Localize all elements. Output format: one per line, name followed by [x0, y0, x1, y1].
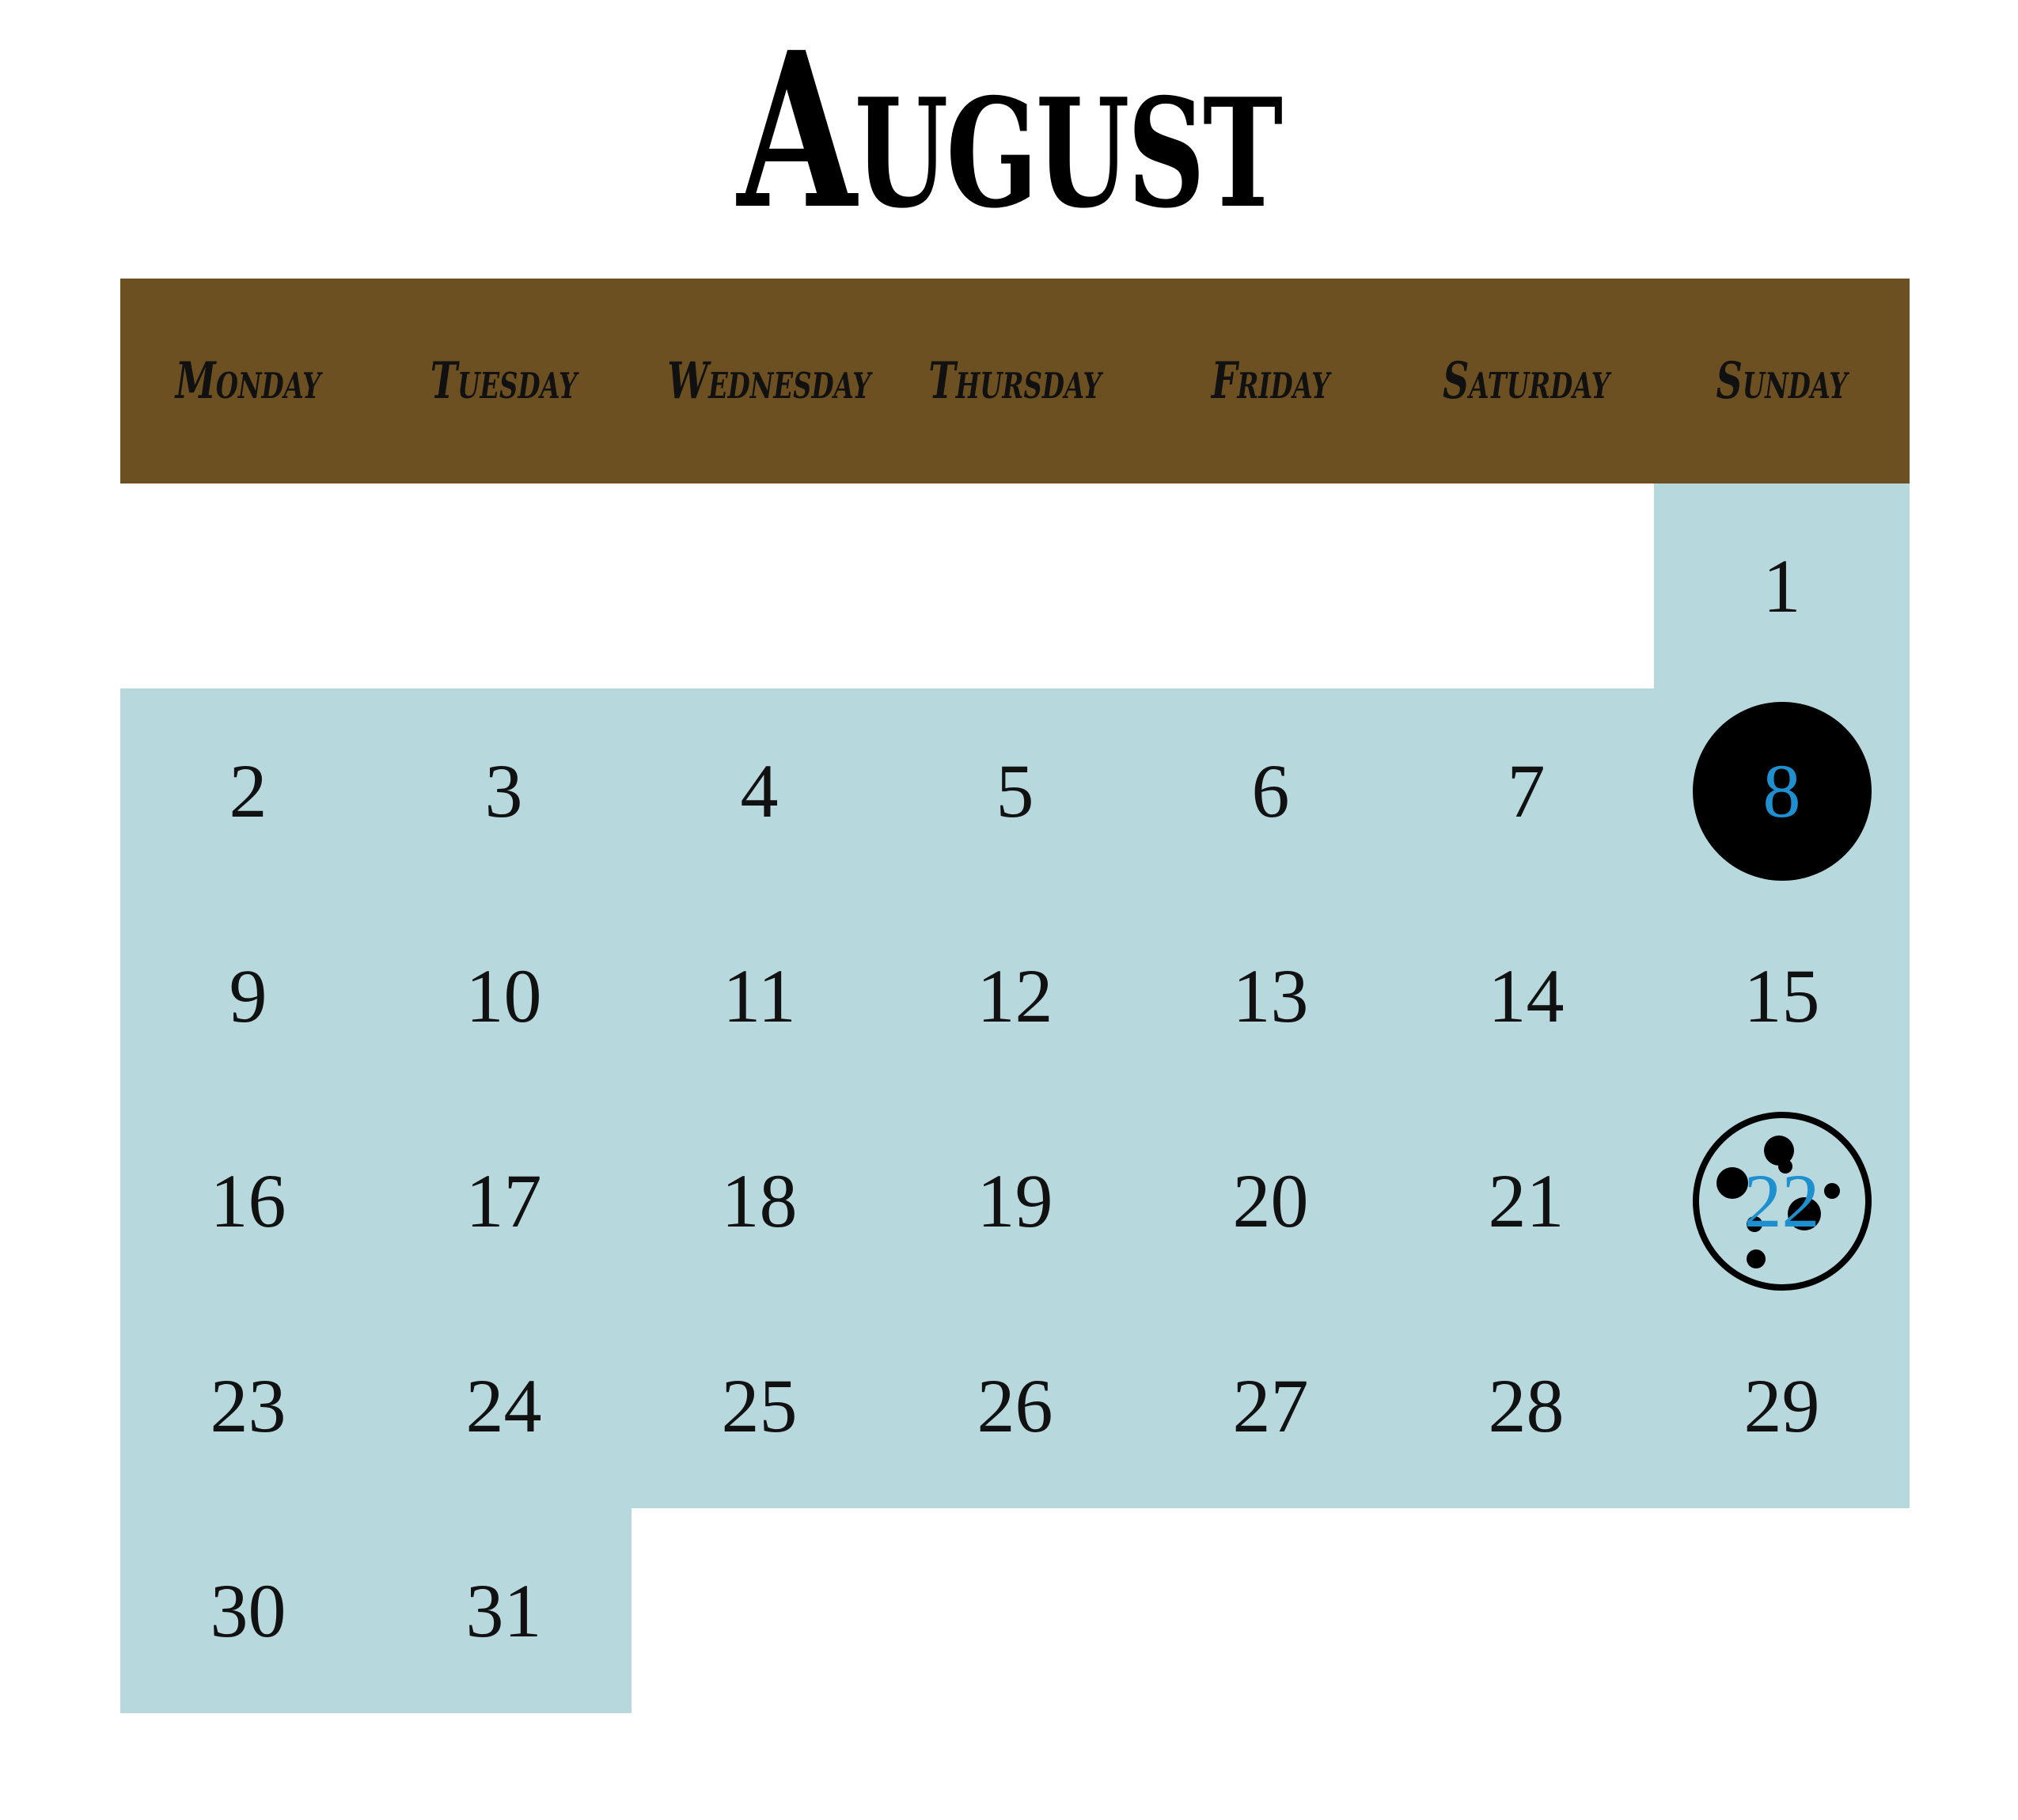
weekday-wednesday: Wednesday	[667, 351, 871, 411]
day-number: 16	[210, 1158, 286, 1243]
empty-day-cell	[1143, 483, 1398, 688]
day-cell-5[interactable]: 5	[887, 688, 1143, 893]
empty-day-cell	[887, 483, 1143, 688]
day-number: 26	[977, 1363, 1053, 1448]
day-cell-29[interactable]: 29	[1654, 1303, 1910, 1508]
day-cell-2[interactable]: 2	[120, 688, 376, 893]
day-cell-27[interactable]: 27	[1143, 1303, 1398, 1508]
day-cell-25[interactable]: 25	[632, 1303, 887, 1508]
day-cell-8[interactable]: 8	[1654, 688, 1910, 893]
day-cell-26[interactable]: 26	[887, 1303, 1143, 1508]
empty-day-cell	[887, 1508, 1143, 1713]
day-cell-4[interactable]: 4	[632, 688, 887, 893]
day-number: 20	[1232, 1158, 1309, 1243]
empty-day-cell	[632, 1508, 887, 1713]
empty-day-cell	[1654, 1508, 1910, 1713]
day-cell-28[interactable]: 28	[1398, 1303, 1654, 1508]
weekday-thursday: Thursday	[928, 351, 1102, 411]
day-number: 7	[1507, 749, 1546, 833]
moon-crater	[1716, 1166, 1748, 1199]
day-number: 11	[723, 954, 796, 1038]
day-cell-14[interactable]: 14	[1398, 893, 1654, 1098]
day-cell-9[interactable]: 9	[120, 893, 376, 1098]
day-number: 5	[996, 749, 1034, 833]
day-number: 2	[229, 749, 267, 833]
day-number: 13	[1232, 954, 1309, 1038]
day-cell-20[interactable]: 20	[1143, 1098, 1398, 1303]
day-number: 1	[1762, 544, 1801, 628]
day-number: 27	[1232, 1363, 1309, 1448]
day-cell-30[interactable]: 30	[120, 1508, 376, 1713]
day-cell-1[interactable]: 1	[1654, 483, 1910, 688]
empty-day-cell	[1398, 483, 1654, 688]
day-number: 10	[465, 954, 542, 1038]
day-number: 14	[1488, 954, 1565, 1038]
day-cell-11[interactable]: 11	[632, 893, 887, 1098]
day-cell-10[interactable]: 10	[376, 893, 632, 1098]
day-number: 18	[721, 1158, 798, 1243]
day-number: 31	[465, 1568, 542, 1653]
day-number: 4	[740, 749, 779, 833]
day-cell-6[interactable]: 6	[1143, 688, 1398, 893]
empty-day-cell	[1398, 1508, 1654, 1713]
day-cell-17[interactable]: 17	[376, 1098, 632, 1303]
day-number: 21	[1488, 1158, 1565, 1243]
moon-crater	[1823, 1182, 1840, 1199]
day-cell-24[interactable]: 24	[376, 1303, 632, 1508]
day-number: 6	[1251, 749, 1290, 833]
day-number: 3	[484, 749, 523, 833]
empty-day-cell	[376, 483, 632, 688]
day-cell-16[interactable]: 16	[120, 1098, 376, 1303]
day-number: 22	[1743, 1158, 1820, 1243]
day-number: 30	[210, 1568, 286, 1653]
day-cell-7[interactable]: 7	[1398, 688, 1654, 893]
moon-crater	[1746, 1249, 1766, 1268]
day-number: 15	[1743, 954, 1820, 1038]
weekday-friday: Friday	[1211, 351, 1330, 411]
empty-day-cell	[120, 483, 376, 688]
day-number: 28	[1488, 1363, 1565, 1448]
day-cell-31[interactable]: 31	[376, 1508, 632, 1713]
weekday-header: Monday Tuesday Wednesday Thursday Friday Satu…	[120, 279, 1910, 483]
day-cell-19[interactable]: 19	[887, 1098, 1143, 1303]
day-cell-13[interactable]: 13	[1143, 893, 1398, 1098]
day-cell-18[interactable]: 18	[632, 1098, 887, 1303]
calendar-title: August	[737, 5, 1284, 256]
empty-day-cell	[632, 483, 887, 688]
weekday-saturday: Saturday	[1443, 351, 1610, 411]
day-number: 9	[229, 954, 267, 1038]
day-cell-21[interactable]: 21	[1398, 1098, 1654, 1303]
empty-day-cell	[1143, 1508, 1398, 1713]
day-number: 29	[1743, 1363, 1820, 1448]
day-cell-3[interactable]: 3	[376, 688, 632, 893]
day-number: 25	[721, 1363, 798, 1448]
day-cell-12[interactable]: 12	[887, 893, 1143, 1098]
weekday-monday: Monday	[175, 351, 321, 411]
day-number: 17	[465, 1158, 542, 1243]
weekday-tuesday: Tuesday	[430, 351, 578, 411]
day-cell-22[interactable]: 22	[1654, 1098, 1910, 1303]
day-number: 8	[1762, 749, 1801, 833]
day-cell-23[interactable]: 23	[120, 1303, 376, 1508]
weekday-sunday: Sunday	[1716, 351, 1848, 411]
day-cell-15[interactable]: 15	[1654, 893, 1910, 1098]
day-number: 19	[977, 1158, 1053, 1243]
day-number: 24	[465, 1363, 542, 1448]
day-number: 23	[210, 1363, 286, 1448]
day-number: 12	[977, 954, 1053, 1038]
